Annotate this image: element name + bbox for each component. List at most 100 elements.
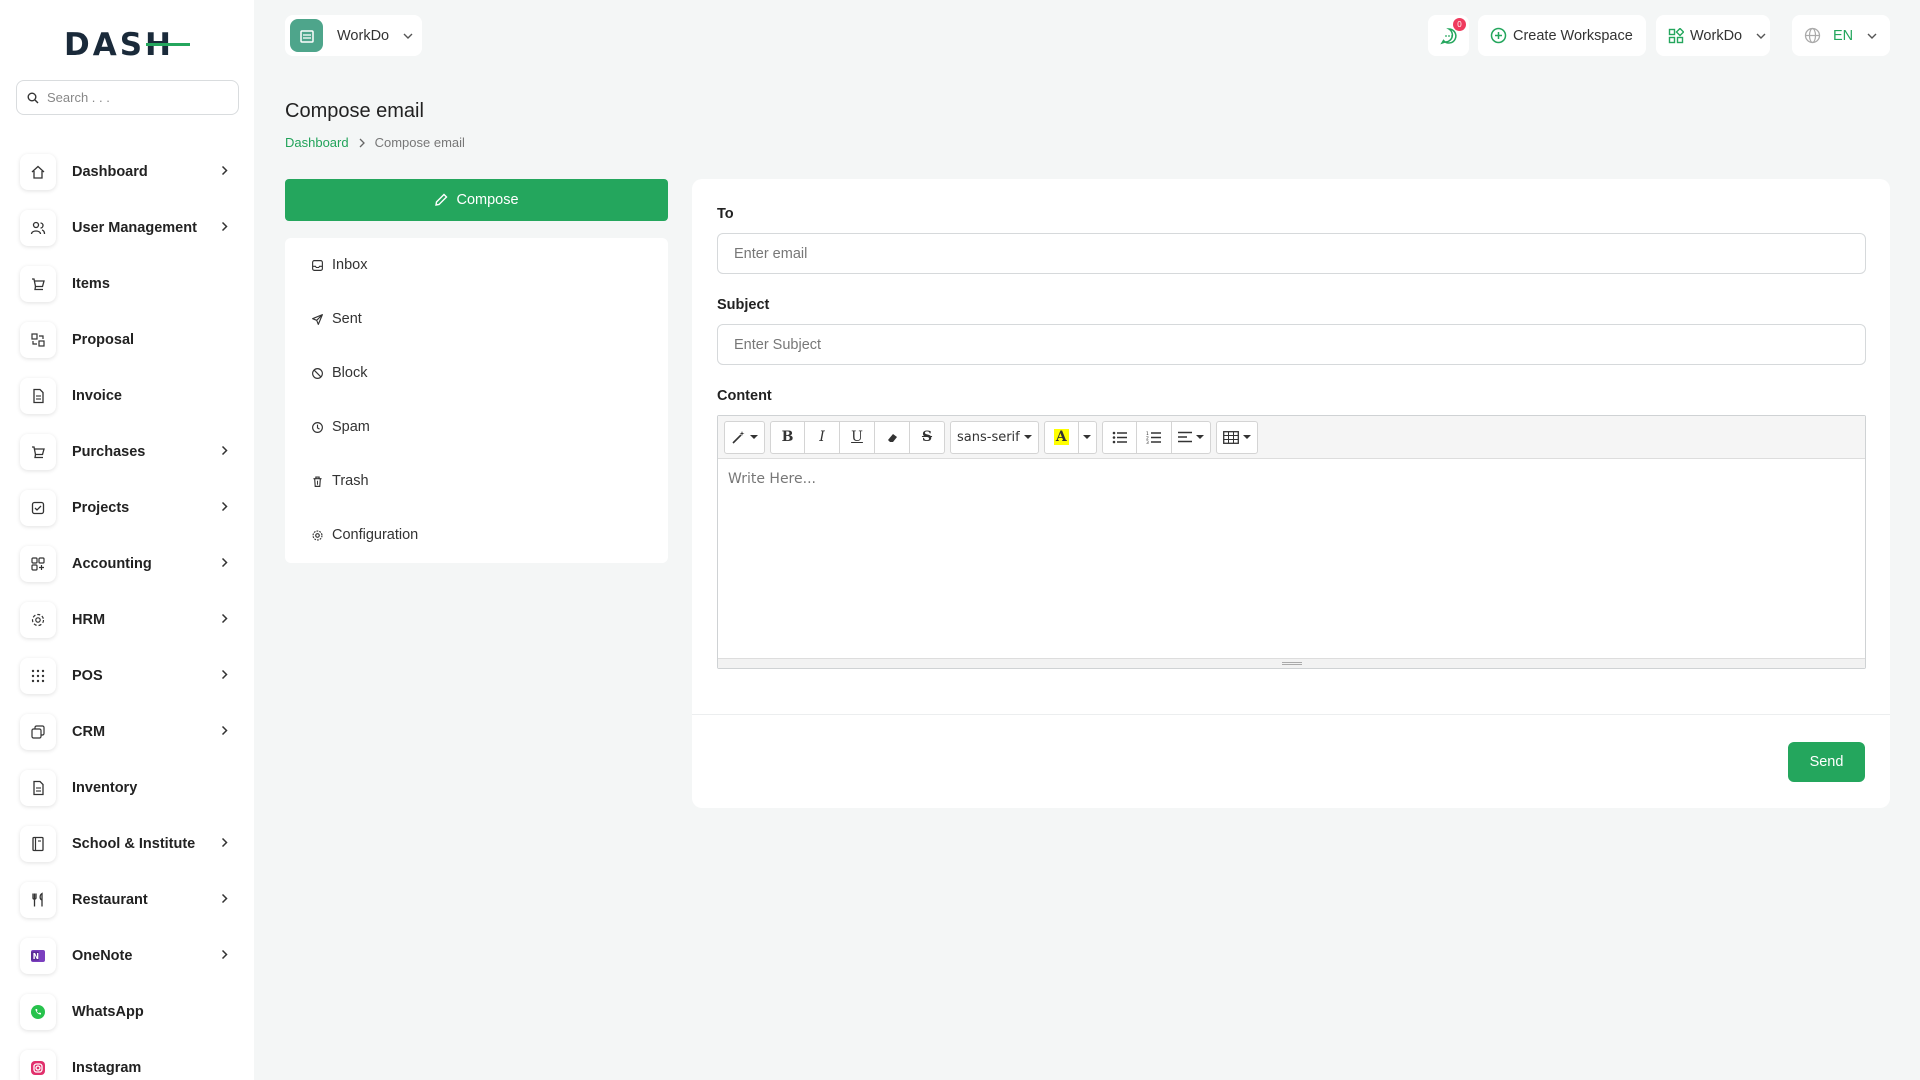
numbered-list-button[interactable]: 123 bbox=[1136, 420, 1172, 454]
folder-sent[interactable]: Sent bbox=[285, 292, 668, 346]
inbox-icon bbox=[312, 259, 323, 271]
sidebar-item-label: Inventory bbox=[72, 780, 138, 796]
sidebar-item-label: HRM bbox=[72, 612, 106, 628]
sidebar-nav: Dashboard User Management Items Proposal Inv… bbox=[20, 144, 240, 1080]
sidebar-item-crm[interactable]: CRM bbox=[20, 704, 240, 760]
sidebar-item-invoice[interactable]: Invoice bbox=[20, 368, 240, 424]
sidebar-item-accounting[interactable]: Accounting bbox=[20, 536, 240, 592]
search-icon bbox=[27, 92, 39, 103]
text-color-icon: A bbox=[1053, 429, 1069, 445]
folder-spam[interactable]: Spam bbox=[285, 400, 668, 454]
notifications-button[interactable]: 0 bbox=[1428, 15, 1469, 56]
sidebar-item-pos[interactable]: POS bbox=[20, 648, 240, 704]
workspace-switcher[interactable]: WorkDo bbox=[285, 15, 422, 56]
folder-block[interactable]: Block bbox=[285, 346, 668, 400]
hrm-icon bbox=[20, 602, 56, 638]
insert-table-dropdown[interactable] bbox=[1215, 420, 1258, 454]
sidebar-item-label: WhatsApp bbox=[72, 1004, 144, 1020]
search-box[interactable]: Search . . . bbox=[16, 80, 239, 115]
to-label: To bbox=[717, 206, 734, 222]
sidebar-item-whatsapp[interactable]: WhatsApp bbox=[20, 984, 240, 1040]
sidebar: DASH Search . . . Dashboard User Manageme… bbox=[0, 0, 254, 1080]
chevron-right-icon bbox=[221, 445, 228, 456]
cart-icon bbox=[20, 266, 56, 302]
font-family-value: sans-serif bbox=[957, 429, 1020, 445]
sidebar-item-label: Purchases bbox=[72, 444, 146, 460]
sidebar-item-label: Dashboard bbox=[72, 164, 148, 180]
underline-button[interactable]: U bbox=[840, 420, 875, 454]
editor-resize-handle[interactable] bbox=[718, 658, 1865, 668]
underline-icon: U bbox=[851, 429, 863, 445]
sidebar-item-proposal[interactable]: Proposal bbox=[20, 312, 240, 368]
dash-logo[interactable]: DASH bbox=[64, 26, 190, 62]
sidebar-item-purchases[interactable]: Purchases bbox=[20, 424, 240, 480]
compose-button[interactable]: Compose bbox=[285, 179, 668, 221]
folder-inbox[interactable]: Inbox bbox=[285, 238, 668, 292]
company-name: WorkDo bbox=[1690, 27, 1743, 44]
breadcrumb-home-link[interactable]: Dashboard bbox=[285, 135, 349, 150]
sidebar-item-items[interactable]: Items bbox=[20, 256, 240, 312]
create-workspace-label: Create Workspace bbox=[1513, 27, 1633, 44]
sidebar-item-user-management[interactable]: User Management bbox=[20, 200, 240, 256]
sidebar-item-label: Invoice bbox=[72, 388, 122, 404]
chevron-right-icon bbox=[221, 949, 228, 960]
chevron-right-icon bbox=[221, 221, 228, 232]
text-color-dropdown[interactable] bbox=[1078, 420, 1097, 454]
italic-button[interactable]: I bbox=[805, 420, 840, 454]
sidebar-item-hrm[interactable]: HRM bbox=[20, 592, 240, 648]
text-color-button[interactable]: A bbox=[1043, 420, 1079, 454]
sidebar-item-inventory[interactable]: Inventory bbox=[20, 760, 240, 816]
bold-button[interactable]: B bbox=[770, 420, 805, 454]
folder-label: Sent bbox=[332, 311, 362, 327]
block-icon bbox=[312, 367, 323, 379]
sidebar-item-projects[interactable]: Projects bbox=[20, 480, 240, 536]
sidebar-item-label: Proposal bbox=[72, 332, 135, 348]
users-icon bbox=[20, 210, 56, 246]
chevron-right-icon bbox=[221, 837, 228, 848]
editor-placeholder: Write Here... bbox=[728, 471, 816, 487]
compose-label: Compose bbox=[456, 192, 519, 208]
font-family-dropdown[interactable]: sans-serif bbox=[950, 420, 1039, 454]
magic-wand-icon bbox=[732, 430, 745, 444]
sidebar-item-school-institute[interactable]: School & Institute bbox=[20, 816, 240, 872]
send-button[interactable]: Send bbox=[1788, 742, 1865, 782]
paragraph-align-dropdown[interactable] bbox=[1171, 420, 1211, 454]
gear-icon bbox=[312, 529, 323, 541]
folder-trash[interactable]: Trash bbox=[285, 454, 668, 508]
chevron-right-icon bbox=[359, 138, 365, 147]
chevron-down-icon bbox=[1867, 33, 1877, 39]
mail-folders: Inbox Sent Block Spam Trash Configuration bbox=[285, 238, 668, 563]
folder-configuration[interactable]: Configuration bbox=[285, 508, 668, 562]
svg-text:3: 3 bbox=[1146, 440, 1149, 444]
clear-format-button[interactable] bbox=[875, 420, 910, 454]
subject-label: Subject bbox=[717, 297, 770, 313]
style-magic-button[interactable] bbox=[724, 420, 765, 454]
bullet-list-icon bbox=[1112, 431, 1127, 443]
chevron-right-icon bbox=[221, 613, 228, 624]
editor-toolbar: B I U S sans-serif A 1 2 3 bbox=[718, 416, 1865, 459]
strikethrough-icon: S bbox=[921, 429, 933, 445]
to-email-input[interactable] bbox=[717, 233, 1866, 274]
create-workspace-button[interactable]: Create Workspace bbox=[1478, 15, 1646, 56]
sidebar-item-instagram[interactable]: Instagram bbox=[20, 1040, 240, 1080]
breadcrumb: Dashboard Compose email bbox=[285, 135, 465, 150]
strikethrough-button[interactable]: S bbox=[910, 420, 945, 454]
company-switcher[interactable]: WorkDo bbox=[1656, 15, 1770, 56]
editor-content-area[interactable]: Write Here... bbox=[718, 459, 1865, 659]
workspace-logo-icon bbox=[290, 19, 323, 52]
search-placeholder[interactable]: Search . . . bbox=[47, 90, 110, 105]
subject-input[interactable] bbox=[717, 324, 1866, 365]
table-icon bbox=[1222, 430, 1239, 444]
book-icon bbox=[20, 826, 56, 862]
breadcrumb-current: Compose email bbox=[374, 135, 465, 150]
workspace-name: WorkDo bbox=[337, 27, 390, 44]
sidebar-item-label: OneNote bbox=[72, 948, 133, 964]
folder-label: Spam bbox=[332, 419, 370, 435]
sidebar-item-restaurant[interactable]: Restaurant bbox=[20, 872, 240, 928]
language-switcher[interactable]: EN bbox=[1792, 15, 1890, 56]
bullet-list-button[interactable] bbox=[1101, 420, 1137, 454]
content-label: Content bbox=[717, 388, 772, 404]
sidebar-item-onenote[interactable]: N OneNote bbox=[20, 928, 240, 984]
whatsapp-icon bbox=[20, 994, 56, 1030]
sidebar-item-dashboard[interactable]: Dashboard bbox=[20, 144, 240, 200]
